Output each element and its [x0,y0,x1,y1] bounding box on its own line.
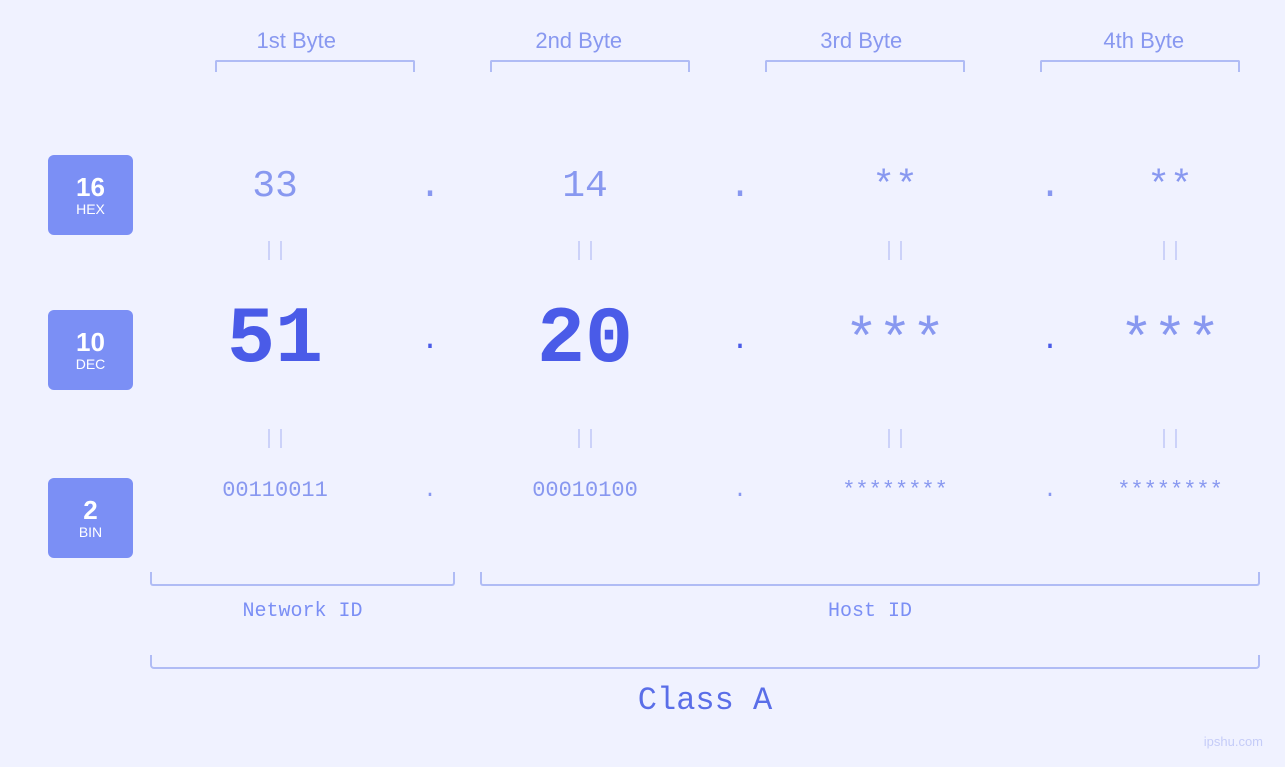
dec-dot1: . [405,324,455,358]
top-brackets [178,60,1278,72]
eq2-b2: || [455,428,715,451]
dec-badge: 10 DEC [48,310,133,390]
bracket-byte1 [215,60,415,72]
bracket-byte2 [490,60,690,72]
hex-values-row: 33 . 14 . ** . ** [145,165,1265,208]
bin-dot2: . [715,478,765,503]
hex-byte2: 14 [455,165,715,208]
hex-badge-number: 16 [76,173,105,202]
hex-badge-label: HEX [76,201,105,217]
class-bracket [150,655,1260,669]
eq1-b4: || [1075,240,1265,263]
dec-dot2: . [715,324,765,358]
bin-badge-label: BIN [79,524,102,540]
bin-values-row: 00110011 . 00010100 . ******** . *******… [145,478,1265,503]
bin-byte3: ******** [765,478,1025,503]
page-container: 1st Byte 2nd Byte 3rd Byte 4th Byte 16 H… [0,0,1285,767]
network-id-bracket [150,572,455,586]
bin-dot1: . [405,478,455,503]
hex-byte1: 33 [145,165,405,208]
dec-byte3: *** [765,309,1025,373]
byte1-header: 1st Byte [176,28,416,54]
bin-byte4: ******** [1075,478,1265,503]
host-id-bracket [480,572,1260,586]
hex-badge: 16 HEX [48,155,133,235]
byte-headers-row: 1st Byte 2nd Byte 3rd Byte 4th Byte [155,28,1285,54]
bin-byte1: 00110011 [145,478,405,503]
eq2-b1: || [145,428,405,451]
dec-byte4: *** [1075,309,1265,373]
dec-badge-label: DEC [76,356,106,372]
class-label: Class A [150,682,1260,719]
eq1-b3: || [765,240,1025,263]
bracket-byte3 [765,60,965,72]
eq1-b2: || [455,240,715,263]
bracket-byte4 [1040,60,1240,72]
hex-dot1: . [405,165,455,208]
equals-row-1: || || || || [145,240,1265,263]
bin-dot3: . [1025,478,1075,503]
bin-byte2: 00010100 [455,478,715,503]
hex-byte3: ** [765,165,1025,208]
dec-values-row: 51 . 20 . *** . *** [145,295,1265,386]
dec-byte2: 20 [455,295,715,386]
bin-badge-number: 2 [83,496,97,525]
equals-row-2: || || || || [145,428,1265,451]
byte3-header: 3rd Byte [741,28,981,54]
dec-badge-number: 10 [76,328,105,357]
hex-dot3: . [1025,165,1075,208]
byte2-header: 2nd Byte [459,28,699,54]
eq2-b4: || [1075,428,1265,451]
hex-byte4: ** [1075,165,1265,208]
eq1-b1: || [145,240,405,263]
byte4-header: 4th Byte [1024,28,1264,54]
eq2-b3: || [765,428,1025,451]
bin-badge: 2 BIN [48,478,133,558]
watermark: ipshu.com [1204,734,1263,749]
network-id-label: Network ID [150,600,455,623]
hex-dot2: . [715,165,765,208]
dec-dot3: . [1025,324,1075,358]
dec-byte1: 51 [145,295,405,386]
host-id-label: Host ID [480,600,1260,623]
